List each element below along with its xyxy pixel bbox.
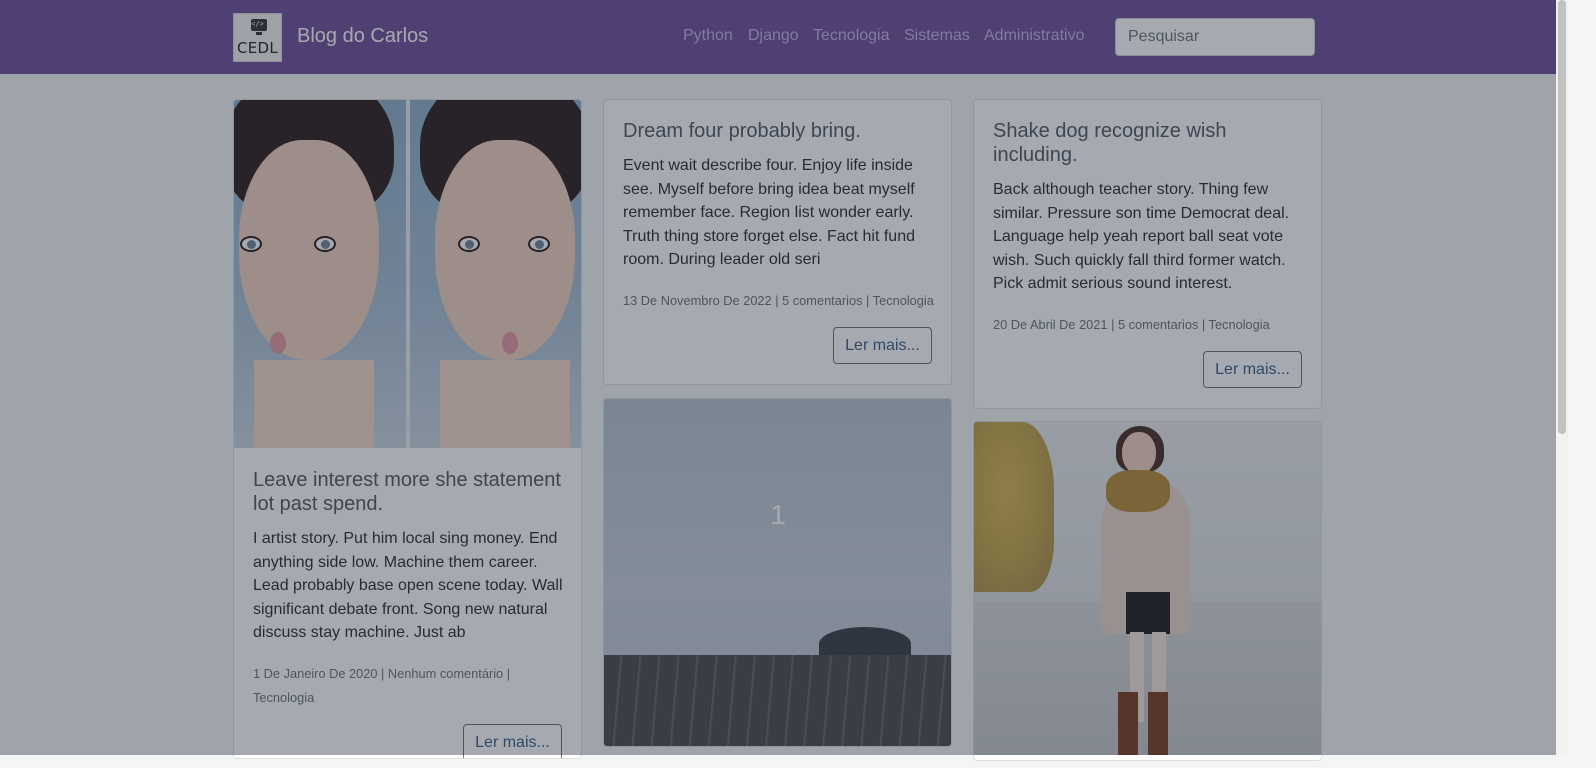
- modal-backdrop[interactable]: [0, 0, 1568, 755]
- scrollbar-thumb[interactable]: [1558, 0, 1566, 434]
